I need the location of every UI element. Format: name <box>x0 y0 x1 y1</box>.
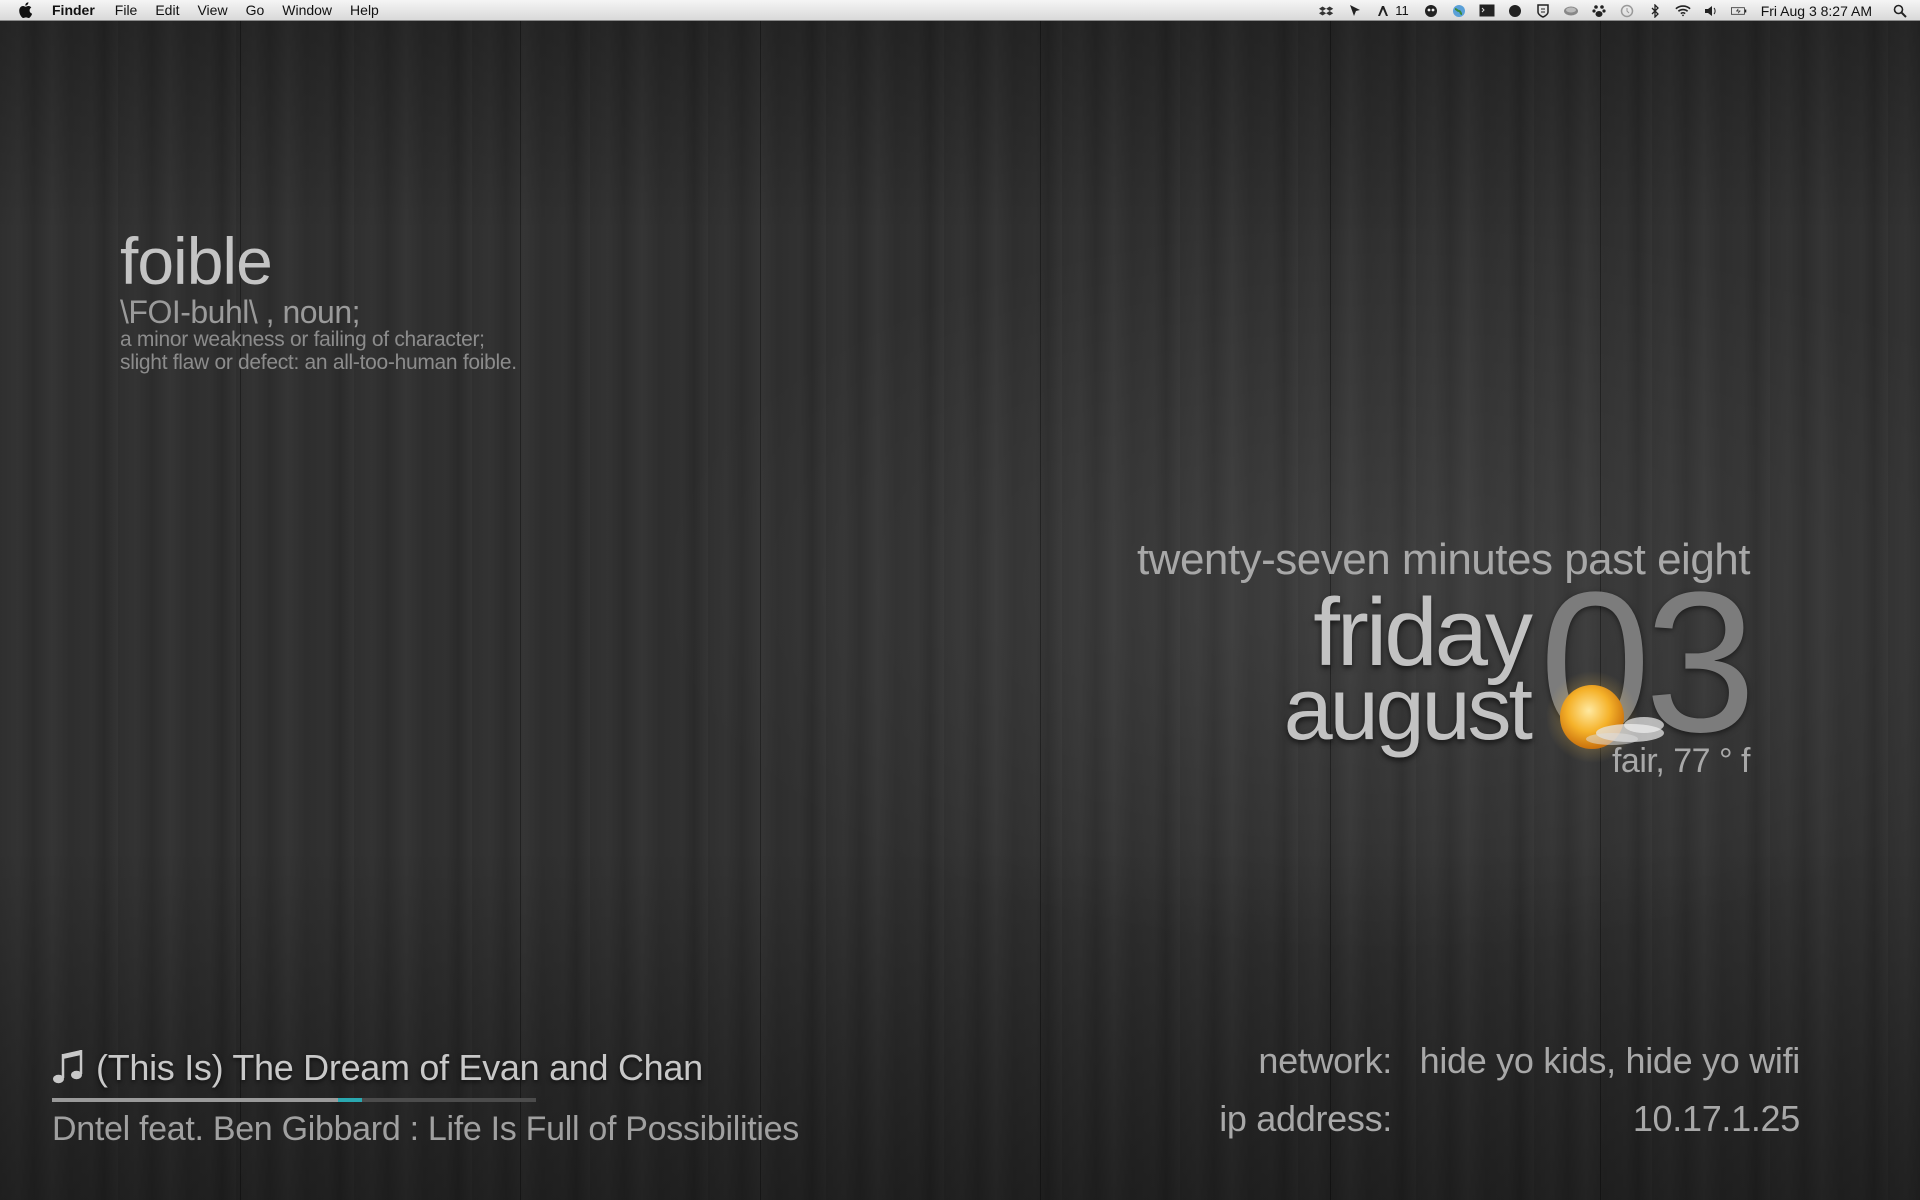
adobe-icon[interactable] <box>1375 4 1391 18</box>
playback-progress-bar[interactable] <box>52 1098 536 1102</box>
dropbox-icon[interactable] <box>1319 4 1335 18</box>
artist-album: Dntel feat. Ben Gibbard : Life Is Full o… <box>52 1110 799 1148</box>
progress-playhead[interactable] <box>338 1098 362 1102</box>
menu-extras: 11 Fri Aug 3 8:27 AM <box>1313 0 1920 21</box>
month-label: august <box>1283 659 1533 758</box>
paw-icon[interactable] <box>1591 4 1607 18</box>
apple-menu-icon[interactable] <box>18 2 38 18</box>
shield-icon[interactable] <box>1535 3 1551 18</box>
network-name: hide yo kids, hide yo wifi <box>1419 1040 1801 1081</box>
ip-label: ip address: <box>1219 1098 1392 1139</box>
globe-icon[interactable] <box>1451 4 1467 18</box>
menu-view[interactable]: View <box>197 2 227 18</box>
music-note-icon <box>52 1048 86 1088</box>
bluetooth-icon[interactable] <box>1647 3 1663 18</box>
word-title: foible <box>120 224 273 298</box>
network-widget: network: hide yo kids, hide yo wifi ip a… <box>1180 1040 1800 1156</box>
battery-icon[interactable] <box>1730 4 1747 18</box>
clock-widget: twenty-seven minutes past eight 03 frida… <box>1090 535 1756 785</box>
terminal-icon[interactable] <box>1479 4 1495 18</box>
alien-icon[interactable] <box>1423 4 1439 18</box>
wifi-icon[interactable] <box>1675 4 1691 18</box>
menu-app-name[interactable]: Finder <box>52 2 95 18</box>
volume-icon[interactable] <box>1703 4 1719 18</box>
record-icon[interactable] <box>1507 4 1523 18</box>
menu-edit[interactable]: Edit <box>155 2 179 18</box>
ip-row: ip address: 10.17.1.25 <box>1180 1098 1800 1156</box>
menu-bar: Finder File Edit View Go Window Help 11 <box>0 0 1920 21</box>
progress-fill <box>52 1098 338 1102</box>
network-label: network: <box>1258 1040 1392 1081</box>
word-of-the-day-widget: foible \FOI-buhl\ , noun; a minor weakne… <box>120 228 517 374</box>
now-playing-widget: (This Is) The Dream of Evan and Chan Dnt… <box>52 1040 852 1149</box>
adobe-update-count: 11 <box>1395 3 1409 18</box>
ip-value: 10.17.1.25 <box>1632 1098 1800 1139</box>
disk-icon[interactable] <box>1563 4 1579 18</box>
menubar-clock[interactable]: Fri Aug 3 8:27 AM <box>1761 3 1872 19</box>
word-definition-line2: slight flaw or defect: an all-too-human … <box>120 351 517 374</box>
word-definition-line1: a minor weakness or failing of character… <box>120 328 485 351</box>
time-machine-icon[interactable] <box>1619 4 1635 18</box>
menu-help[interactable]: Help <box>350 2 379 18</box>
menu-file[interactable]: File <box>115 2 138 18</box>
spotlight-icon[interactable] <box>1892 4 1908 18</box>
cursor-icon[interactable] <box>1347 4 1363 18</box>
menu-window[interactable]: Window <box>282 2 332 18</box>
word-pronunciation: \FOI-buhl\ , noun; <box>120 294 361 330</box>
network-row: network: hide yo kids, hide yo wifi <box>1180 1040 1800 1098</box>
weather-condition: fair, 77 ° f <box>1611 742 1751 780</box>
track-title: (This Is) The Dream of Evan and Chan <box>96 1047 703 1088</box>
menu-go[interactable]: Go <box>246 2 265 18</box>
